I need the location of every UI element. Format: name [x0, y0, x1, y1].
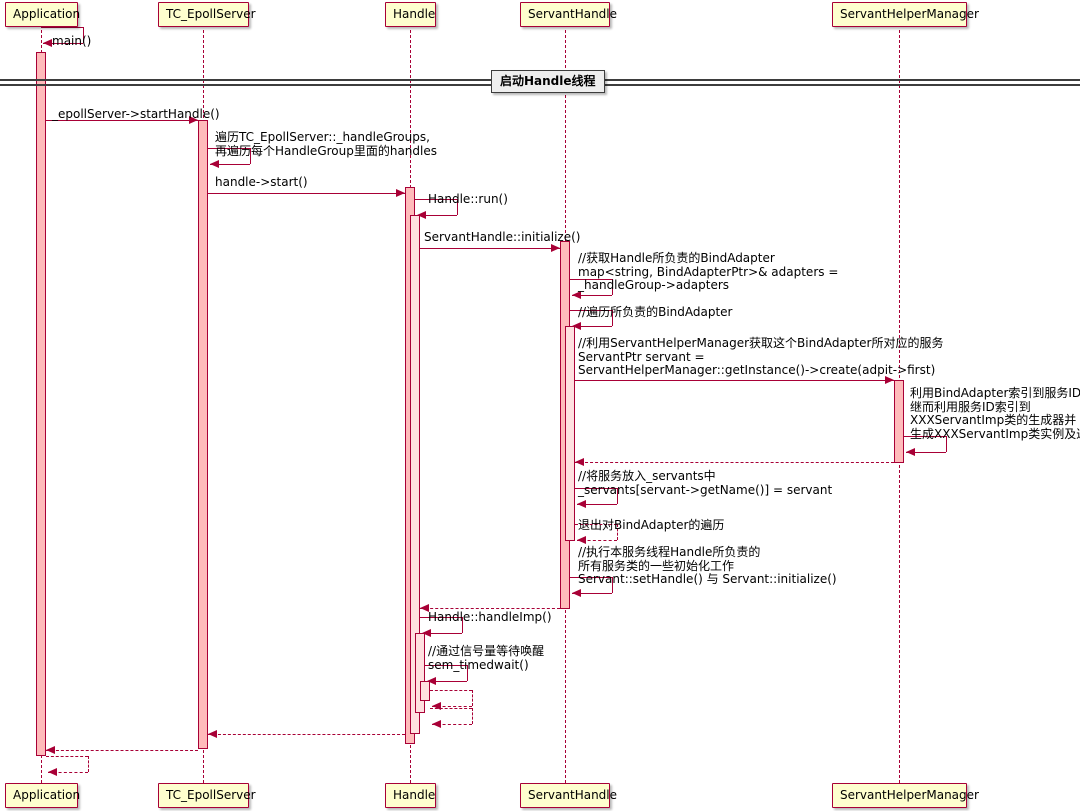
arrow-line-m9	[575, 380, 894, 381]
participant-footer-servanthelpermanager[interactable]: ServantHelperManager	[832, 783, 979, 808]
arrow-head-m16	[422, 628, 431, 637]
arrow-head-m12	[577, 499, 586, 508]
self-arrow-side-m18	[472, 690, 473, 706]
message-label-m6: ServantHandle::initialize()	[424, 230, 581, 244]
message-label-m10: 利用BindAdapter索引到服务ID 继而利用服务ID索引到 XXXServ…	[910, 386, 1080, 441]
activation-bar-servanthandle	[565, 326, 575, 541]
participant-header-handle[interactable]: Handle	[385, 2, 436, 27]
arrow-head-m5	[417, 210, 426, 219]
self-arrow-side-m22	[88, 756, 89, 772]
self-arrow-side-m19	[472, 708, 473, 724]
self-arrow-top-m18	[430, 690, 472, 691]
self-arrow-top-m19	[430, 708, 472, 709]
message-label-m3: 遍历TC_EpollServer::_handleGroups, 再遍历每个Ha…	[215, 130, 438, 158]
message-label-m7: //获取Handle所负责的BindAdapter map<string, Bi…	[578, 251, 839, 292]
arrow-line-m6	[420, 248, 560, 249]
arrow-head-m19	[432, 719, 441, 728]
participant-header-servanthelpermanager[interactable]: ServantHelperManager	[832, 2, 979, 27]
message-label-m17: //通过信号量等待唤醒 sem_timedwait()	[428, 644, 545, 672]
arrow-head-m13	[577, 535, 586, 544]
arrow-line-m11	[575, 462, 894, 463]
activation-bar-application	[36, 52, 46, 756]
arrow-head-m3	[210, 159, 219, 168]
arrow-line-m15	[420, 608, 560, 609]
participant-footer-application[interactable]: Application	[5, 783, 80, 808]
message-label-m8: //遍历所负责的BindAdapter	[578, 305, 733, 319]
participant-header-application[interactable]: Application	[5, 2, 80, 27]
message-label-m1: main()	[52, 34, 92, 48]
arrow-line-m4	[208, 193, 405, 194]
participant-header-servanthandle[interactable]: ServantHandle	[520, 2, 617, 27]
participant-footer-tc_epollserver[interactable]: TC_EpollServer	[158, 783, 256, 808]
arrow-line-m20	[208, 734, 405, 735]
sequence-diagram-canvas: 启动Handle线程 main() _epollServer->startHand…	[0, 0, 1080, 811]
arrow-head-m6	[551, 243, 560, 252]
message-label-m16: Handle::handleImp()	[428, 610, 552, 624]
message-label-m9: //利用ServantHelperManager获取这个BindAdapter所…	[578, 336, 944, 377]
arrow-head-m21	[46, 745, 55, 754]
arrow-head-m1	[43, 38, 52, 47]
message-label-m2: _epollServer->startHandle()	[52, 107, 220, 121]
message-label-m13: 退出对BindAdapter的遍历	[578, 518, 725, 532]
self-arrow-top-m1	[41, 27, 83, 28]
message-label-m14: //执行本服务线程Handle所负责的 所有服务类的一些初始化工作 Servan…	[578, 545, 837, 586]
arrow-head-m11	[575, 457, 584, 466]
message-label-m12: //将服务放入_servants中 _servants[servant->get…	[578, 469, 833, 497]
arrow-head-m14	[572, 588, 581, 597]
message-label-m5: Handle::run()	[428, 192, 508, 206]
participant-header-tc_epollserver[interactable]: TC_EpollServer	[158, 2, 256, 27]
arrow-head-m8	[572, 321, 581, 330]
arrow-head-m20	[208, 729, 217, 738]
arrow-head-m17	[427, 676, 436, 685]
arrow-line-m21	[46, 750, 198, 751]
participant-footer-handle[interactable]: Handle	[385, 783, 436, 808]
self-arrow-top-m22	[46, 756, 88, 757]
arrow-head-m10	[906, 447, 915, 456]
activation-bar-handle	[415, 633, 425, 713]
divider-label: 启动Handle线程	[491, 70, 605, 93]
activation-bar-tc_epollserver	[198, 120, 208, 749]
participant-footer-servanthandle[interactable]: ServantHandle	[520, 783, 617, 808]
activation-bar-servanthelpermanager	[894, 380, 904, 463]
message-label-m4: handle->start()	[215, 175, 308, 189]
arrow-head-m4	[396, 188, 405, 197]
arrow-head-m22	[48, 767, 57, 776]
